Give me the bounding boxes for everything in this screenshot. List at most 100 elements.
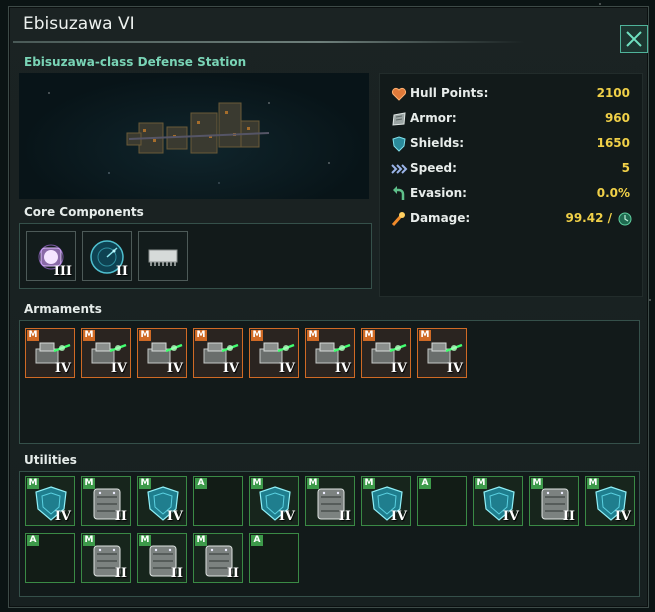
tier-label: IV: [390, 361, 407, 376]
utility-slot-empty[interactable]: A: [25, 533, 75, 583]
stat-evasion: Evasion: 0.0%: [380, 183, 642, 205]
utility-slot[interactable]: M IV: [25, 476, 75, 526]
tier-label: IV: [110, 361, 127, 376]
armaments-box: M IV M IV M IV M IV M IV M IV M IV M IV: [19, 320, 640, 444]
tier-label: IV: [614, 509, 631, 524]
tier-label: IV: [222, 361, 239, 376]
tier-label: II: [114, 509, 127, 524]
utility-slot-empty[interactable]: A: [417, 476, 467, 526]
stat-label: Hull Points:: [410, 86, 489, 100]
size-tag: M: [363, 330, 375, 341]
heart-icon: [391, 87, 407, 101]
utility-slot[interactable]: M IV: [473, 476, 523, 526]
size-tag: A: [251, 535, 263, 546]
ship-preview-image: [19, 73, 369, 199]
core-slot-computer[interactable]: [138, 231, 188, 281]
ship-stats-panel: Hull Points: 2100 Armor: 960 Shields: 16…: [379, 73, 643, 297]
size-tag: M: [27, 478, 39, 489]
size-tag: M: [363, 478, 375, 489]
tier-label: IV: [166, 361, 183, 376]
tier-label: III: [53, 264, 72, 279]
stat-value: 5: [621, 161, 630, 175]
window-title: Ebisuzawa VI: [23, 14, 135, 34]
utility-slot[interactable]: M II: [81, 476, 131, 526]
tier-label: IV: [278, 361, 295, 376]
utility-slot-empty[interactable]: A: [193, 476, 243, 526]
utilities-heading: Utilities: [24, 453, 77, 467]
weapon-slot[interactable]: M IV: [361, 328, 411, 378]
computer-chip-icon: [148, 249, 178, 266]
speed-arrows-icon: [391, 164, 408, 174]
size-tag: M: [307, 478, 319, 489]
tier-label: II: [226, 566, 239, 581]
stat-label: Speed:: [410, 161, 457, 175]
size-tag: A: [27, 535, 39, 546]
armaments-heading: Armaments: [24, 302, 102, 316]
stat-shields: Shields: 1650: [380, 133, 642, 155]
utility-slot[interactable]: M II: [305, 476, 355, 526]
tier-label: IV: [334, 361, 351, 376]
tier-label: II: [562, 509, 575, 524]
stat-label: Evasion:: [410, 186, 467, 200]
size-tag: M: [83, 478, 95, 489]
size-tag: M: [307, 330, 319, 341]
stat-label: Shields:: [410, 136, 465, 150]
shield-icon: [392, 136, 406, 152]
tier-label: IV: [278, 509, 295, 524]
size-tag: M: [251, 478, 263, 489]
core-slot-reactor[interactable]: III: [26, 231, 76, 281]
weapon-slot[interactable]: M IV: [137, 328, 187, 378]
utility-slot[interactable]: M II: [81, 533, 131, 583]
size-tag: M: [587, 478, 599, 489]
stat-value: 1650: [596, 136, 630, 150]
size-tag: M: [251, 330, 263, 341]
stat-value: 960: [604, 111, 630, 125]
weapon-slot[interactable]: M IV: [81, 328, 131, 378]
weapon-slot[interactable]: M IV: [417, 328, 467, 378]
utility-slot[interactable]: M IV: [249, 476, 299, 526]
close-button[interactable]: [620, 25, 648, 53]
ship-class-label: Ebisuzawa-class Defense Station: [24, 55, 247, 69]
size-tag: M: [195, 535, 207, 546]
size-tag: M: [83, 330, 95, 341]
tier-label: IV: [166, 509, 183, 524]
core-slot-sensor[interactable]: II: [82, 231, 132, 281]
utilities-box: M IV M II M IV A M IV M II M IV A M IV M II M IV A M II M II M II A: [19, 471, 640, 597]
core-components-box: III II: [19, 223, 372, 289]
stat-armor: Armor: 960: [380, 108, 642, 130]
tier-label: II: [338, 509, 351, 524]
close-icon: [626, 31, 642, 47]
tier-label: II: [170, 566, 183, 581]
weapon-slot[interactable]: M IV: [305, 328, 355, 378]
stat-value: 0.0%: [596, 186, 630, 200]
size-tag: M: [195, 330, 207, 341]
utility-slot[interactable]: M II: [193, 533, 243, 583]
tier-label: II: [114, 566, 127, 581]
utility-slot[interactable]: M II: [529, 476, 579, 526]
tier-label: IV: [446, 361, 463, 376]
weapon-slot[interactable]: M IV: [249, 328, 299, 378]
title-divider: [13, 41, 525, 43]
weapon-slot[interactable]: M IV: [193, 328, 243, 378]
tier-label: II: [115, 264, 128, 279]
utility-slot[interactable]: M IV: [137, 476, 187, 526]
tier-label: IV: [390, 509, 407, 524]
utility-slot[interactable]: M II: [137, 533, 187, 583]
stat-damage: Damage: 99.42 /: [380, 208, 642, 230]
utility-slot[interactable]: M IV: [361, 476, 411, 526]
utility-slot-empty[interactable]: A: [249, 533, 299, 583]
armor-plate-icon: [392, 112, 406, 126]
utility-slot[interactable]: M IV: [585, 476, 635, 526]
stat-value: 2100: [596, 86, 630, 100]
stat-label: Damage:: [410, 211, 471, 225]
size-tag: M: [531, 478, 543, 489]
weapons-fire-rate-icon: [618, 212, 632, 226]
tier-label: IV: [54, 509, 71, 524]
size-tag: M: [83, 535, 95, 546]
weapon-slot[interactable]: M IV: [25, 328, 75, 378]
size-tag: A: [195, 478, 207, 489]
tier-label: IV: [54, 361, 71, 376]
size-tag: M: [139, 330, 151, 341]
evasion-arrow-icon: [393, 186, 405, 200]
tier-label: IV: [502, 509, 519, 524]
